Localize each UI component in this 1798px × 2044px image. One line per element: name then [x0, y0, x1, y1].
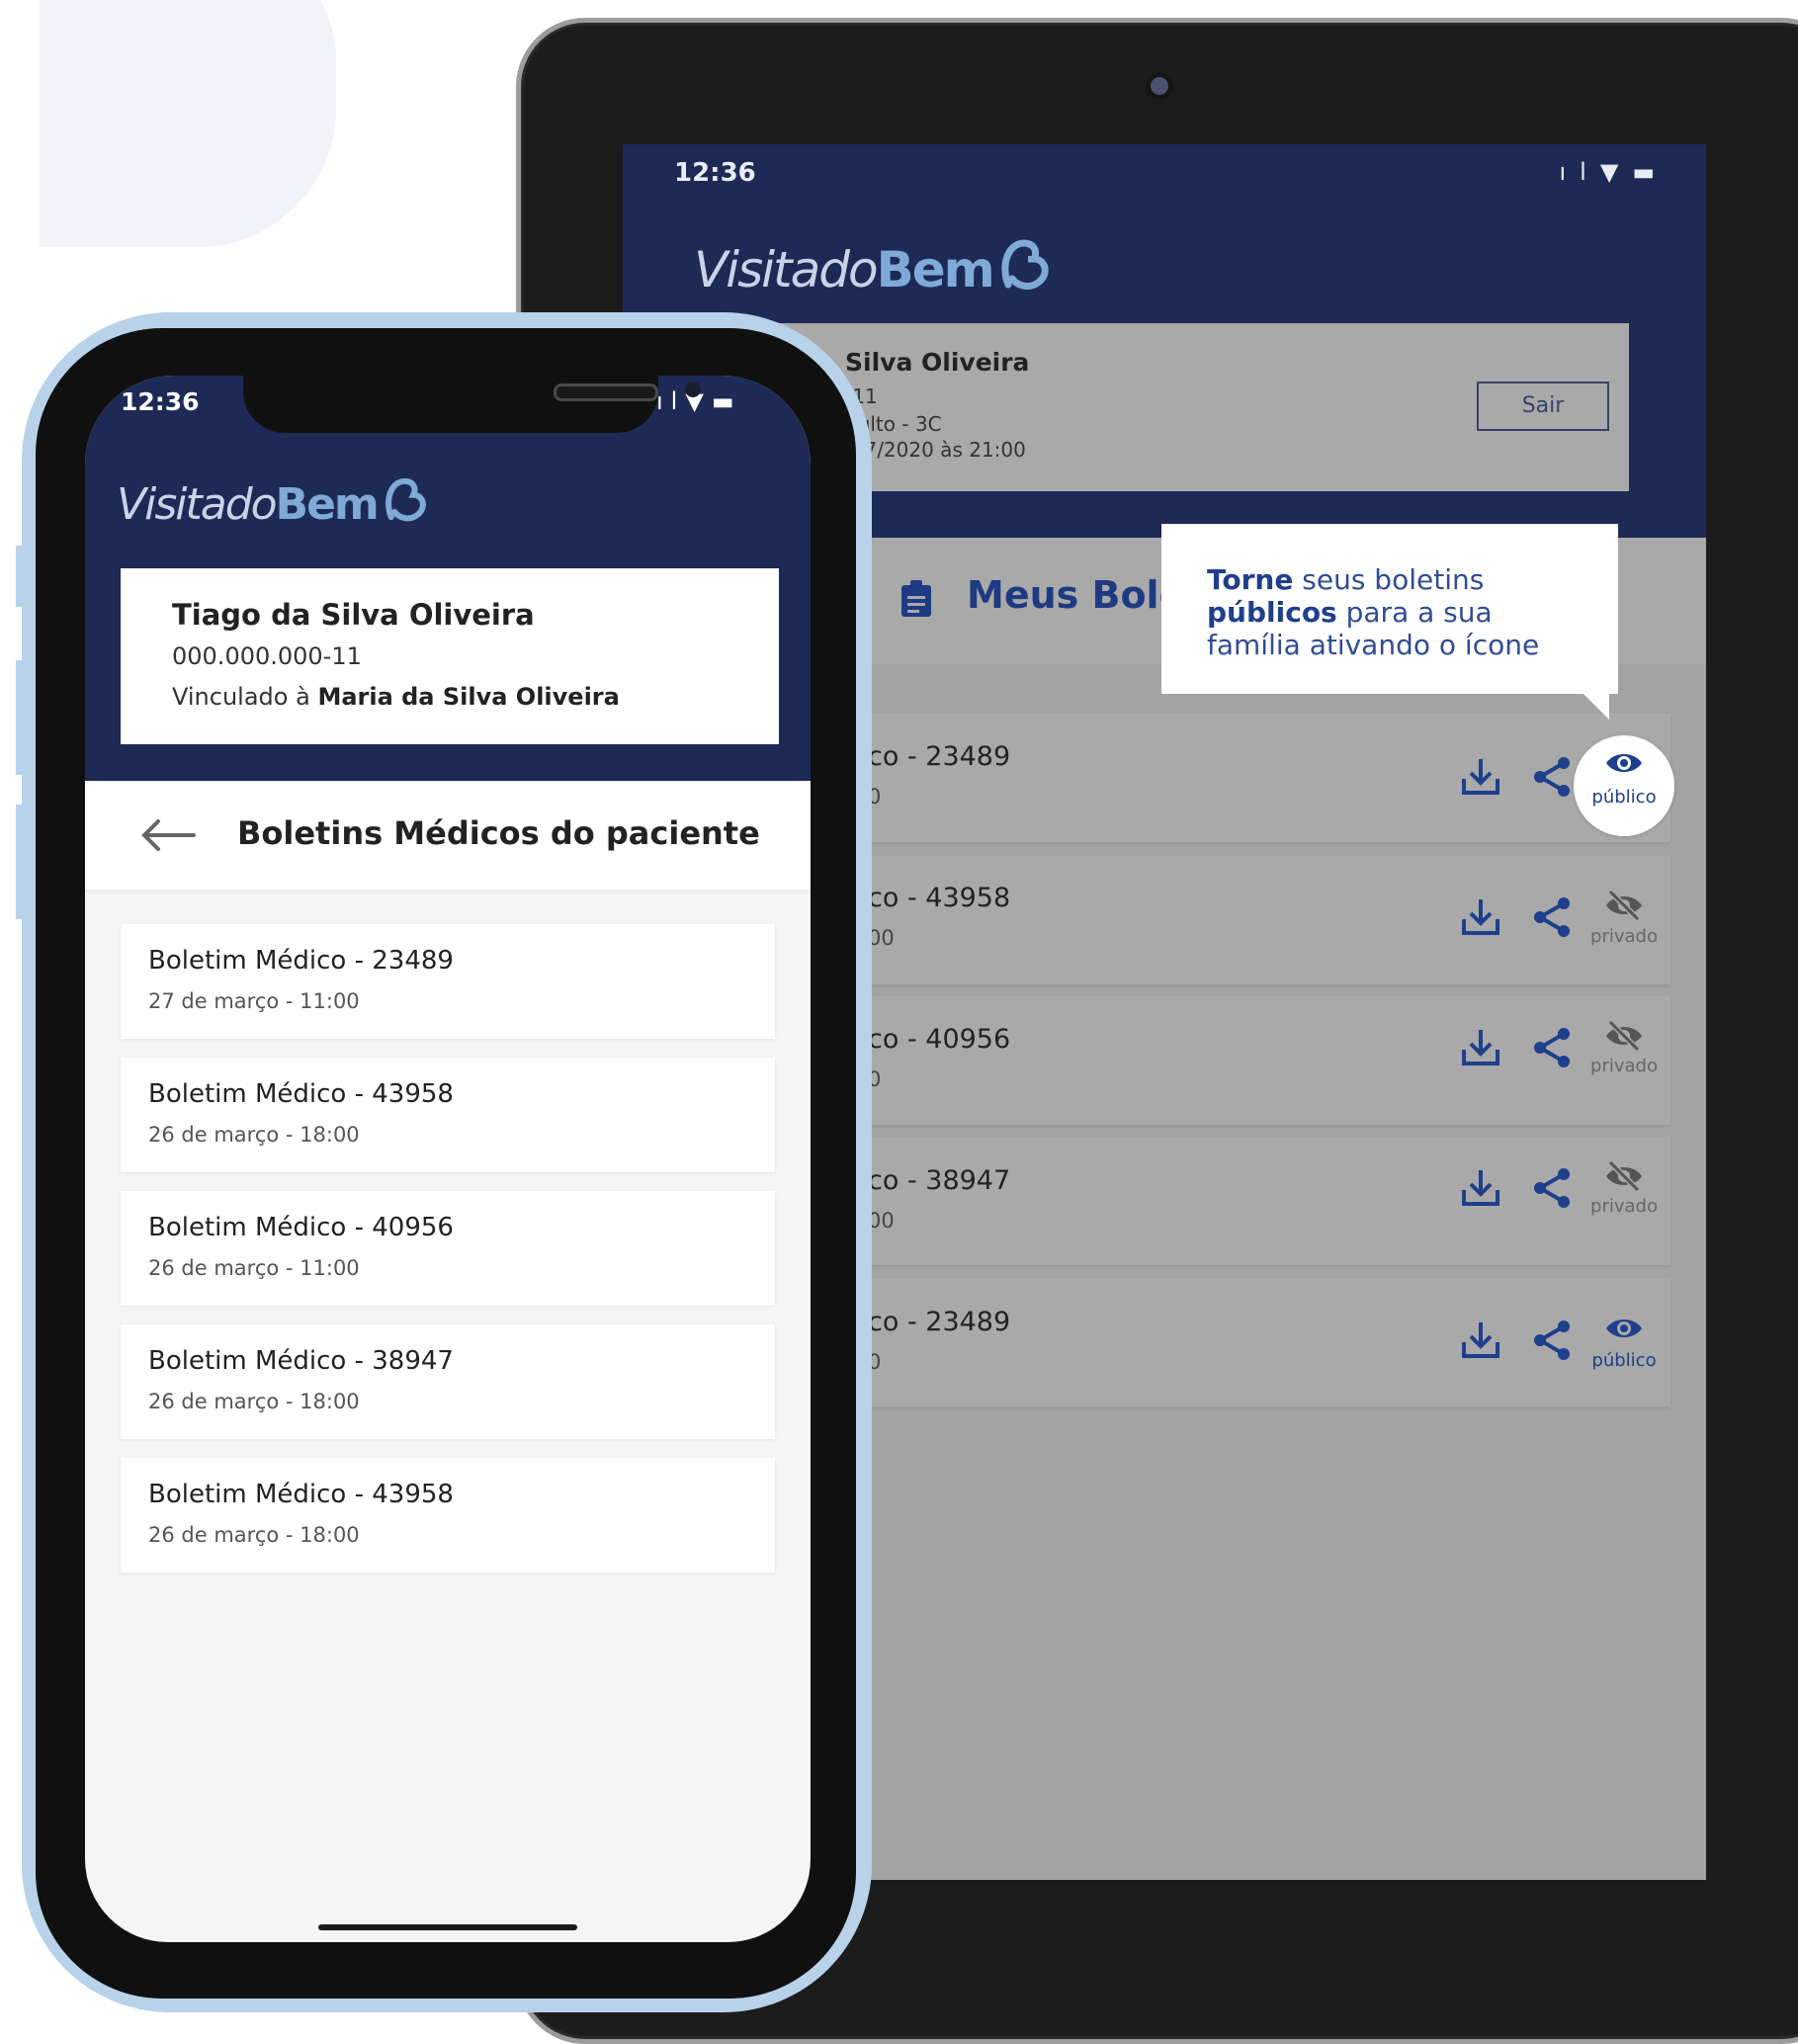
tooltip-bold-2: públicos — [1207, 596, 1337, 629]
bulletin-title: Boletim Médico - 38947 — [148, 1346, 454, 1376]
bulletin-title: Boletim Médico - 23489 — [148, 946, 454, 976]
logout-button[interactable]: Sair — [1477, 382, 1609, 431]
bulletin-list-item[interactable]: Boletim Médico - 43958 26 de março - 18:… — [121, 1058, 775, 1172]
back-arrow-icon[interactable] — [140, 818, 196, 852]
battery-icon: ▬ — [1632, 158, 1669, 186]
battery-icon: ▬ — [711, 387, 742, 415]
phone-speaker — [554, 383, 658, 401]
tablet-row-sub: 00 — [868, 926, 895, 950]
background-logo-shape — [40, 0, 336, 247]
download-icon[interactable] — [1459, 1319, 1502, 1362]
phone-camera — [685, 382, 701, 397]
logo-text-visita: Visita — [117, 479, 227, 530]
eye-off-icon[interactable] — [1604, 1160, 1644, 1192]
bulletin-title: Boletim Médico - 43958 — [148, 1480, 454, 1509]
tablet-status-icons: ıl▼▬ — [1560, 158, 1670, 186]
eye-icon[interactable] — [1604, 1315, 1644, 1342]
bulletin-list-item[interactable]: Boletim Médico - 43958 26 de março - 18:… — [121, 1458, 775, 1573]
bulletin-date: 26 de março - 18:00 — [148, 1390, 360, 1413]
tablet-user-name: Silva Oliveira — [845, 348, 1030, 377]
share-icon[interactable] — [1532, 1319, 1572, 1362]
tablet-logo: VisitadoBem — [694, 235, 1058, 298]
visibility-label: público — [1591, 1350, 1657, 1371]
public-tooltip: Torne seus boletins públicos para a sua … — [1161, 524, 1618, 694]
tablet-camera — [1151, 77, 1168, 95]
tablet-row-title: co - 23489 — [868, 741, 1011, 772]
share-icon[interactable] — [1532, 1166, 1572, 1210]
download-icon[interactable] — [1459, 1026, 1502, 1069]
tablet-user-date: /07/2020 às 21:00 — [845, 438, 1026, 462]
bulletin-date: 27 de março - 11:00 — [148, 989, 360, 1013]
linked-name: Maria da Silva Oliveira — [317, 683, 620, 711]
eye-off-icon[interactable] — [1604, 890, 1644, 921]
logo-text-bem: Bem — [876, 241, 995, 298]
logo-b-icon — [385, 477, 426, 522]
bulletin-date: 26 de março - 11:00 — [148, 1256, 360, 1280]
eye-off-icon[interactable] — [1604, 1020, 1644, 1052]
wifi-icon: ▼ — [1599, 158, 1633, 186]
tooltip-text-1: seus boletins — [1293, 563, 1485, 596]
download-icon[interactable] — [1459, 895, 1502, 939]
download-icon[interactable] — [1459, 755, 1502, 799]
bulletin-title: Boletim Médico - 43958 — [148, 1079, 454, 1109]
phone-screen: 12:36 ıl▼▬ VisitadoBem Tiago da Silva Ol… — [85, 376, 811, 1942]
tablet-row-sub: 00 — [868, 1209, 895, 1233]
share-icon[interactable] — [1532, 755, 1572, 799]
home-indicator — [318, 1924, 577, 1930]
logo-text-do: do — [224, 479, 278, 530]
tooltip-pointer — [1582, 692, 1609, 720]
bulletin-date: 26 de março - 18:00 — [148, 1523, 360, 1547]
phone-status-time: 12:36 — [121, 387, 200, 416]
logo-text-do: do — [818, 241, 878, 298]
tablet-row-title: co - 43958 — [868, 883, 1011, 913]
tablet-section-title: Meus Bole — [967, 573, 1185, 617]
bulletin-date: 26 de março - 18:00 — [148, 1123, 360, 1147]
clipboard-icon — [901, 580, 931, 617]
phone-notch — [243, 376, 701, 433]
eye-icon[interactable] — [1604, 749, 1644, 777]
patient-linked: Vinculado à Maria da Silva Oliveira — [172, 683, 620, 711]
tablet-row-title: co - 40956 — [868, 1024, 1011, 1055]
bulletin-list-item[interactable]: Boletim Médico - 40956 26 de março - 11:… — [121, 1191, 775, 1306]
phone-title-bar: Boletins Médicos do paciente — [85, 781, 811, 890]
visibility-label: privado — [1590, 926, 1658, 947]
tooltip-bold-1: Torne — [1207, 563, 1294, 596]
download-icon[interactable] — [1459, 1166, 1502, 1210]
logo-text-visita: Visita — [694, 241, 820, 298]
visibility-label: público — [1591, 787, 1657, 808]
phone-logo: VisitadoBem — [117, 474, 434, 530]
bulletin-title: Boletim Médico - 40956 — [148, 1213, 454, 1242]
visibility-label: privado — [1590, 1056, 1658, 1076]
bulletin-list-item[interactable]: Boletim Médico - 38947 26 de março - 18:… — [121, 1324, 775, 1439]
bulletin-list-item[interactable]: Boletim Médico - 23489 27 de março - 11:… — [121, 924, 775, 1039]
logo-text-bem: Bem — [275, 479, 380, 530]
signal-icon: ıl — [656, 387, 686, 415]
patient-name: Tiago da Silva Oliveira — [172, 598, 535, 632]
signal-icon: ıl — [1559, 158, 1600, 186]
logo-b-icon — [1001, 239, 1049, 290]
tablet-row-title: co - 23489 — [868, 1307, 1011, 1337]
linked-prefix: Vinculado à — [172, 683, 318, 711]
share-icon[interactable] — [1532, 895, 1572, 939]
visibility-label: privado — [1590, 1196, 1658, 1217]
patient-card: Tiago da Silva Oliveira 000.000.000-11 V… — [121, 568, 779, 744]
patient-cpf: 000.000.000-11 — [172, 642, 362, 670]
page-title: Boletins Médicos do paciente — [237, 814, 760, 852]
tablet-row-title: co - 38947 — [868, 1165, 1011, 1196]
share-icon[interactable] — [1532, 1026, 1572, 1069]
tablet-status-time: 12:36 — [674, 158, 756, 188]
